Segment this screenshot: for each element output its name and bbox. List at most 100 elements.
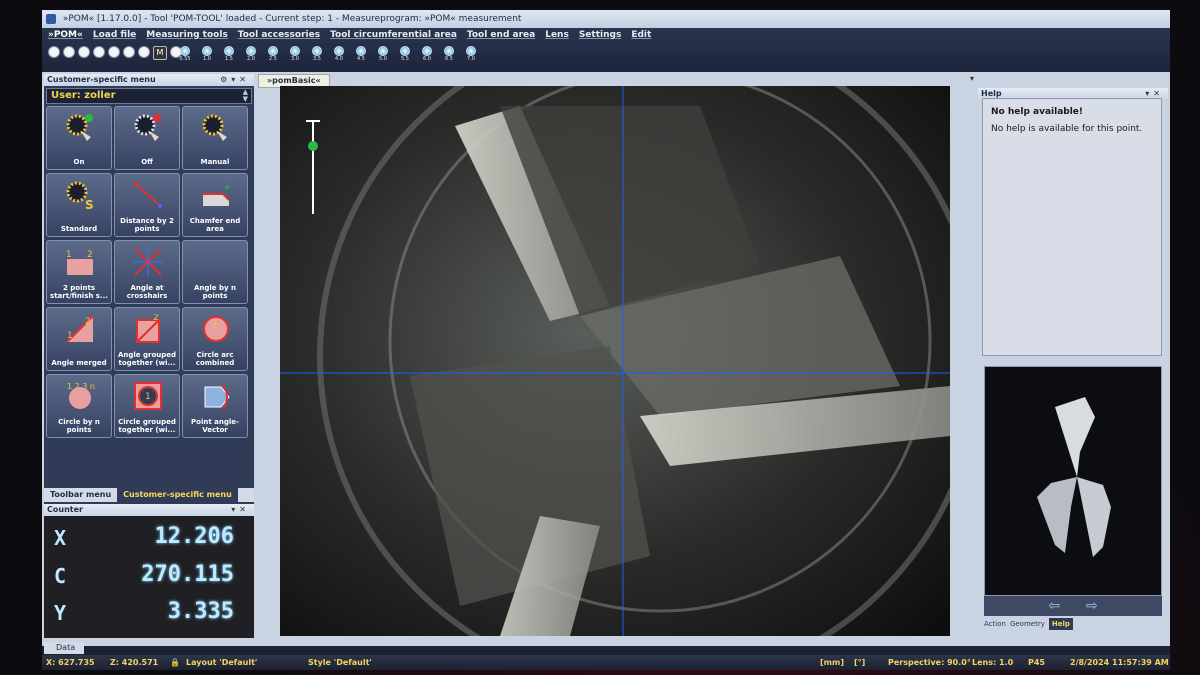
lens-button[interactable]: 6.5 xyxy=(441,46,457,63)
lens-button[interactable]: 7.0 xyxy=(463,46,479,63)
lens-button[interactable]: 4.0 xyxy=(331,46,347,63)
tile-off[interactable]: Off xyxy=(114,106,180,170)
lens-value: 6.0 xyxy=(423,56,431,62)
user-selector[interactable]: User: zoller ▲ ▼ xyxy=(46,88,252,104)
lens-value: 4.0 xyxy=(335,56,343,62)
status-unit-length: [mm] xyxy=(820,658,844,667)
nav-next-icon[interactable]: ⇨ xyxy=(1086,598,1098,614)
application-window: »POM« [1.17.0.0] - Tool 'POM-TOOL' loade… xyxy=(42,10,1170,670)
lens-button[interactable]: 1.5 xyxy=(221,46,237,63)
counter-panel: Counter ▾✕ X 12.206 C 270.115 Y 3.335 xyxy=(44,504,254,638)
lock-icon: 🔒 xyxy=(170,658,180,667)
lens-value: 1.0 xyxy=(203,56,211,62)
tile-label: Manual xyxy=(200,158,230,166)
tab-help[interactable]: Help xyxy=(1048,618,1073,630)
status-style[interactable]: Style 'Default' xyxy=(308,655,372,670)
tile-label: Off xyxy=(141,158,153,166)
lens-button[interactable]: 1.0 xyxy=(199,46,215,63)
lens-button[interactable]: 5.0 xyxy=(375,46,391,63)
menu-brand[interactable]: »POM« xyxy=(48,30,83,44)
manual-mode-icon[interactable]: M xyxy=(153,46,167,60)
lens-button[interactable]: 6.0 xyxy=(419,46,435,63)
lens-button[interactable]: 3.0 xyxy=(287,46,303,63)
svg-text:1: 1 xyxy=(67,331,73,341)
light-manual-icon[interactable] xyxy=(78,46,90,58)
tab-dropdown-icon[interactable]: ▾ xyxy=(970,74,974,83)
light-ring-icon[interactable] xyxy=(108,46,120,58)
light-spot-icon[interactable] xyxy=(138,46,150,58)
menu-load-file[interactable]: Load file xyxy=(93,30,136,44)
lens-value: 5.5 xyxy=(401,56,409,62)
monitor-photo: »POM« [1.17.0.0] - Tool 'POM-TOOL' loade… xyxy=(0,0,1200,675)
light-standard-icon[interactable] xyxy=(93,46,105,58)
status-p45: P45 xyxy=(1028,658,1045,667)
menu-lens[interactable]: Lens xyxy=(545,30,569,44)
tile-on[interactable]: On xyxy=(46,106,112,170)
lens-button[interactable]: 2.0 xyxy=(243,46,259,63)
svg-text:1: 1 xyxy=(66,250,72,260)
help-preview xyxy=(984,366,1162,596)
tab-customer-menu[interactable]: Customer-specific menu xyxy=(117,488,238,502)
tile-label: 2 points start/finish s... xyxy=(50,284,108,300)
menu-edit[interactable]: Edit xyxy=(631,30,651,44)
lens-icon xyxy=(268,46,278,56)
tile-angle-by-n-points[interactable]: Angle by n points xyxy=(182,240,248,304)
menu-bar: »POM« Load file Measuring tools Tool acc… xyxy=(42,28,1170,72)
tab-toolbar-menu[interactable]: Toolbar menu xyxy=(44,488,117,502)
tile-label: Chamfer end area xyxy=(189,217,241,233)
lens-button[interactable]: 4.5 xyxy=(353,46,369,63)
tile-point-angle-vector[interactable]: Point angle-Vector xyxy=(182,374,248,438)
tile-angle-merged[interactable]: 21 Angle merged xyxy=(46,307,112,371)
panel-title: Customer-specific menu xyxy=(47,75,156,84)
tile-2-points-start-finish[interactable]: 12 2 points start/finish s... xyxy=(46,240,112,304)
menu-settings[interactable]: Settings xyxy=(579,30,621,44)
light-off-icon xyxy=(134,114,161,141)
counter-row-y: Y 3.335 xyxy=(54,597,244,631)
menu-measuring-tools[interactable]: Measuring tools xyxy=(146,30,228,44)
axis-x-value: 12.206 xyxy=(154,524,234,549)
camera-viewport[interactable] xyxy=(280,86,950,636)
axis-c-label: C xyxy=(54,564,67,588)
user-label: User: zoller xyxy=(51,90,116,101)
status-layout[interactable]: Layout 'Default' xyxy=(186,655,257,670)
tile-distance-2-points[interactable]: Distance by 2 points xyxy=(114,173,180,237)
tile-circle-by-n-points[interactable]: 1 2 3 n Circle by n points xyxy=(46,374,112,438)
lens-button[interactable]: 5.5 xyxy=(397,46,413,63)
window-title: »POM« [1.17.0.0] - Tool 'POM-TOOL' loade… xyxy=(62,14,522,24)
tile-circle-grouped-together[interactable]: 1 Circle grouped together (wi... xyxy=(114,374,180,438)
tile-standard[interactable]: S Standard xyxy=(46,173,112,237)
tile-circle-arc-combined[interactable]: 1 Circle arc combined xyxy=(182,307,248,371)
counter-row-c: C 270.115 xyxy=(54,560,244,594)
counter-row-x: X 12.206 xyxy=(54,522,244,556)
data-tab[interactable]: Data xyxy=(44,642,84,654)
vector-icon xyxy=(204,384,230,410)
menu-tool-circumferential-area[interactable]: Tool circumferential area xyxy=(330,30,457,44)
lens-button[interactable]: 2.5 xyxy=(265,46,281,63)
lens-button[interactable]: 3.5 xyxy=(309,46,325,63)
nav-prev-icon[interactable]: ⇦ xyxy=(1048,598,1060,614)
tile-angle-at-crosshairs[interactable]: Angle at crosshairs xyxy=(114,240,180,304)
tile-angle-grouped-together[interactable]: 2 Angle grouped together (wi... xyxy=(114,307,180,371)
scroll-arrows-icon[interactable]: ▲ ▼ xyxy=(243,89,248,103)
light-off-icon[interactable] xyxy=(63,46,75,58)
tile-manual[interactable]: Manual xyxy=(182,106,248,170)
circle-arc-icon: 1 xyxy=(203,316,229,342)
lens-value: 0.55 xyxy=(179,56,191,62)
camera-image xyxy=(280,86,950,636)
lens-icon xyxy=(202,46,212,56)
light-segment-icon[interactable] xyxy=(123,46,135,58)
panel-buttons[interactable]: ⚙▾✕ xyxy=(220,74,250,86)
menu-tool-accessories[interactable]: Tool accessories xyxy=(238,30,320,44)
counter-header: Counter ▾✕ xyxy=(44,504,254,516)
lens-value: 2.0 xyxy=(247,56,255,62)
counter-buttons[interactable]: ▾✕ xyxy=(231,504,250,516)
lens-button[interactable]: 0.55 xyxy=(177,46,193,63)
menu-tool-end-area[interactable]: Tool end area xyxy=(467,30,535,44)
lens-icon xyxy=(378,46,388,56)
tile-label: Circle by n points xyxy=(58,418,100,434)
light-on-icon[interactable] xyxy=(48,46,60,58)
tile-chamfer-end-area[interactable]: + Chamfer end area xyxy=(182,173,248,237)
tab-geometry[interactable]: Geometry xyxy=(1010,618,1045,630)
lens-icon xyxy=(466,46,476,56)
tab-action[interactable]: Action xyxy=(984,618,1006,630)
